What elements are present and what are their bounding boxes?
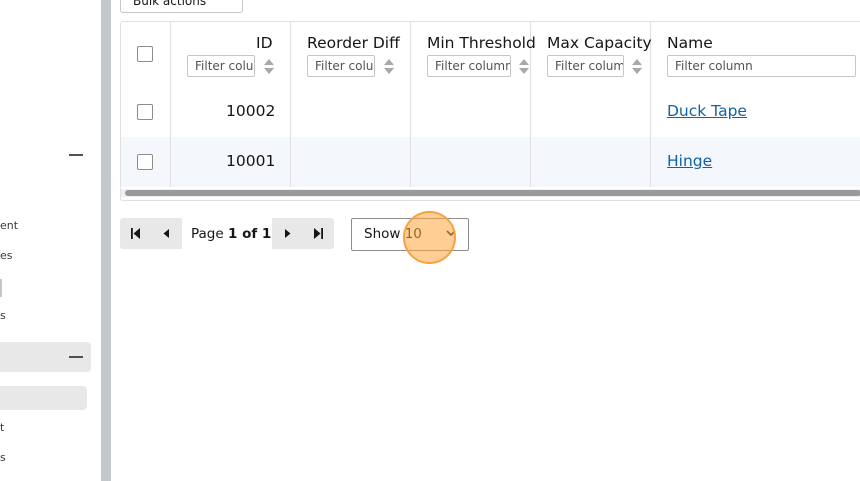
cell-name-link[interactable]: Duck Tape — [667, 102, 747, 120]
main-content: Bulk actions ID Filter column Reorder Di… — [111, 0, 860, 481]
page-prefix: Page — [191, 226, 224, 242]
sort-icon[interactable] — [519, 59, 529, 75]
last-page-icon — [314, 228, 323, 239]
column-header-max-capacity[interactable]: Max Capacity — [547, 34, 652, 52]
cell-id: 10002 — [226, 102, 276, 120]
previous-page-button[interactable] — [151, 218, 182, 249]
filter-input-min-threshold[interactable]: Filter column — [427, 55, 511, 77]
first-page-icon — [131, 228, 140, 239]
page-size-value: Show 10 — [364, 226, 422, 242]
sidebar-item-selected[interactable] — [0, 386, 87, 410]
column-header-min-threshold[interactable]: Min Threshold — [427, 34, 536, 52]
horizontal-scrollbar[interactable] — [121, 189, 860, 197]
sort-icon[interactable] — [384, 59, 394, 75]
sidebar-resize-divider[interactable] — [101, 0, 111, 481]
cell-name-link[interactable]: Hinge — [667, 152, 712, 170]
bulk-actions-button[interactable]: Bulk actions — [120, 0, 243, 13]
chevron-down-icon — [446, 230, 456, 237]
last-page-button[interactable] — [303, 218, 334, 249]
collapse-section-icon[interactable] — [69, 356, 83, 358]
sidebar-item[interactable]: ent — [0, 219, 18, 232]
scrollbar-thumb[interactable] — [125, 190, 860, 196]
sort-icon[interactable] — [264, 59, 274, 75]
filter-input-reorder-diff[interactable]: Filter column — [307, 55, 375, 77]
sidebar-item[interactable]: es — [0, 249, 13, 262]
previous-page-icon — [163, 229, 169, 238]
sidebar-item[interactable]: t — [0, 421, 4, 434]
select-all-checkbox[interactable] — [137, 46, 153, 62]
pagination-bar: Page 1 of 1 — [120, 218, 334, 249]
sidebar-item[interactable]: s — [0, 309, 6, 322]
column-header-reorder-diff[interactable]: Reorder Diff — [307, 34, 400, 52]
row-checkbox[interactable] — [137, 104, 153, 120]
next-page-icon — [285, 229, 291, 238]
sidebar: ent es s t s — [0, 0, 101, 481]
filter-input-id[interactable]: Filter column — [187, 55, 255, 77]
collapse-section-icon[interactable] — [69, 154, 83, 156]
page-value: 1 of 1 — [227, 226, 272, 242]
first-page-button[interactable] — [120, 218, 151, 249]
sort-icon[interactable] — [632, 59, 642, 75]
filter-input-max-capacity[interactable]: Filter column — [547, 55, 624, 77]
sidebar-item[interactable]: s — [0, 451, 6, 464]
next-page-button[interactable] — [272, 218, 303, 249]
page-size-select[interactable]: Show 10 — [351, 218, 469, 251]
column-header-name[interactable]: Name — [667, 34, 713, 52]
filter-input-name[interactable]: Filter column — [667, 55, 856, 77]
sidebar-indicator — [0, 279, 2, 297]
cell-id: 10001 — [226, 152, 276, 170]
data-grid: ID Filter column Reorder Diff Filter col… — [120, 21, 860, 201]
column-header-id[interactable]: ID — [256, 34, 273, 52]
row-checkbox[interactable] — [137, 154, 153, 170]
page-indicator: Page 1 of 1 — [191, 226, 271, 242]
